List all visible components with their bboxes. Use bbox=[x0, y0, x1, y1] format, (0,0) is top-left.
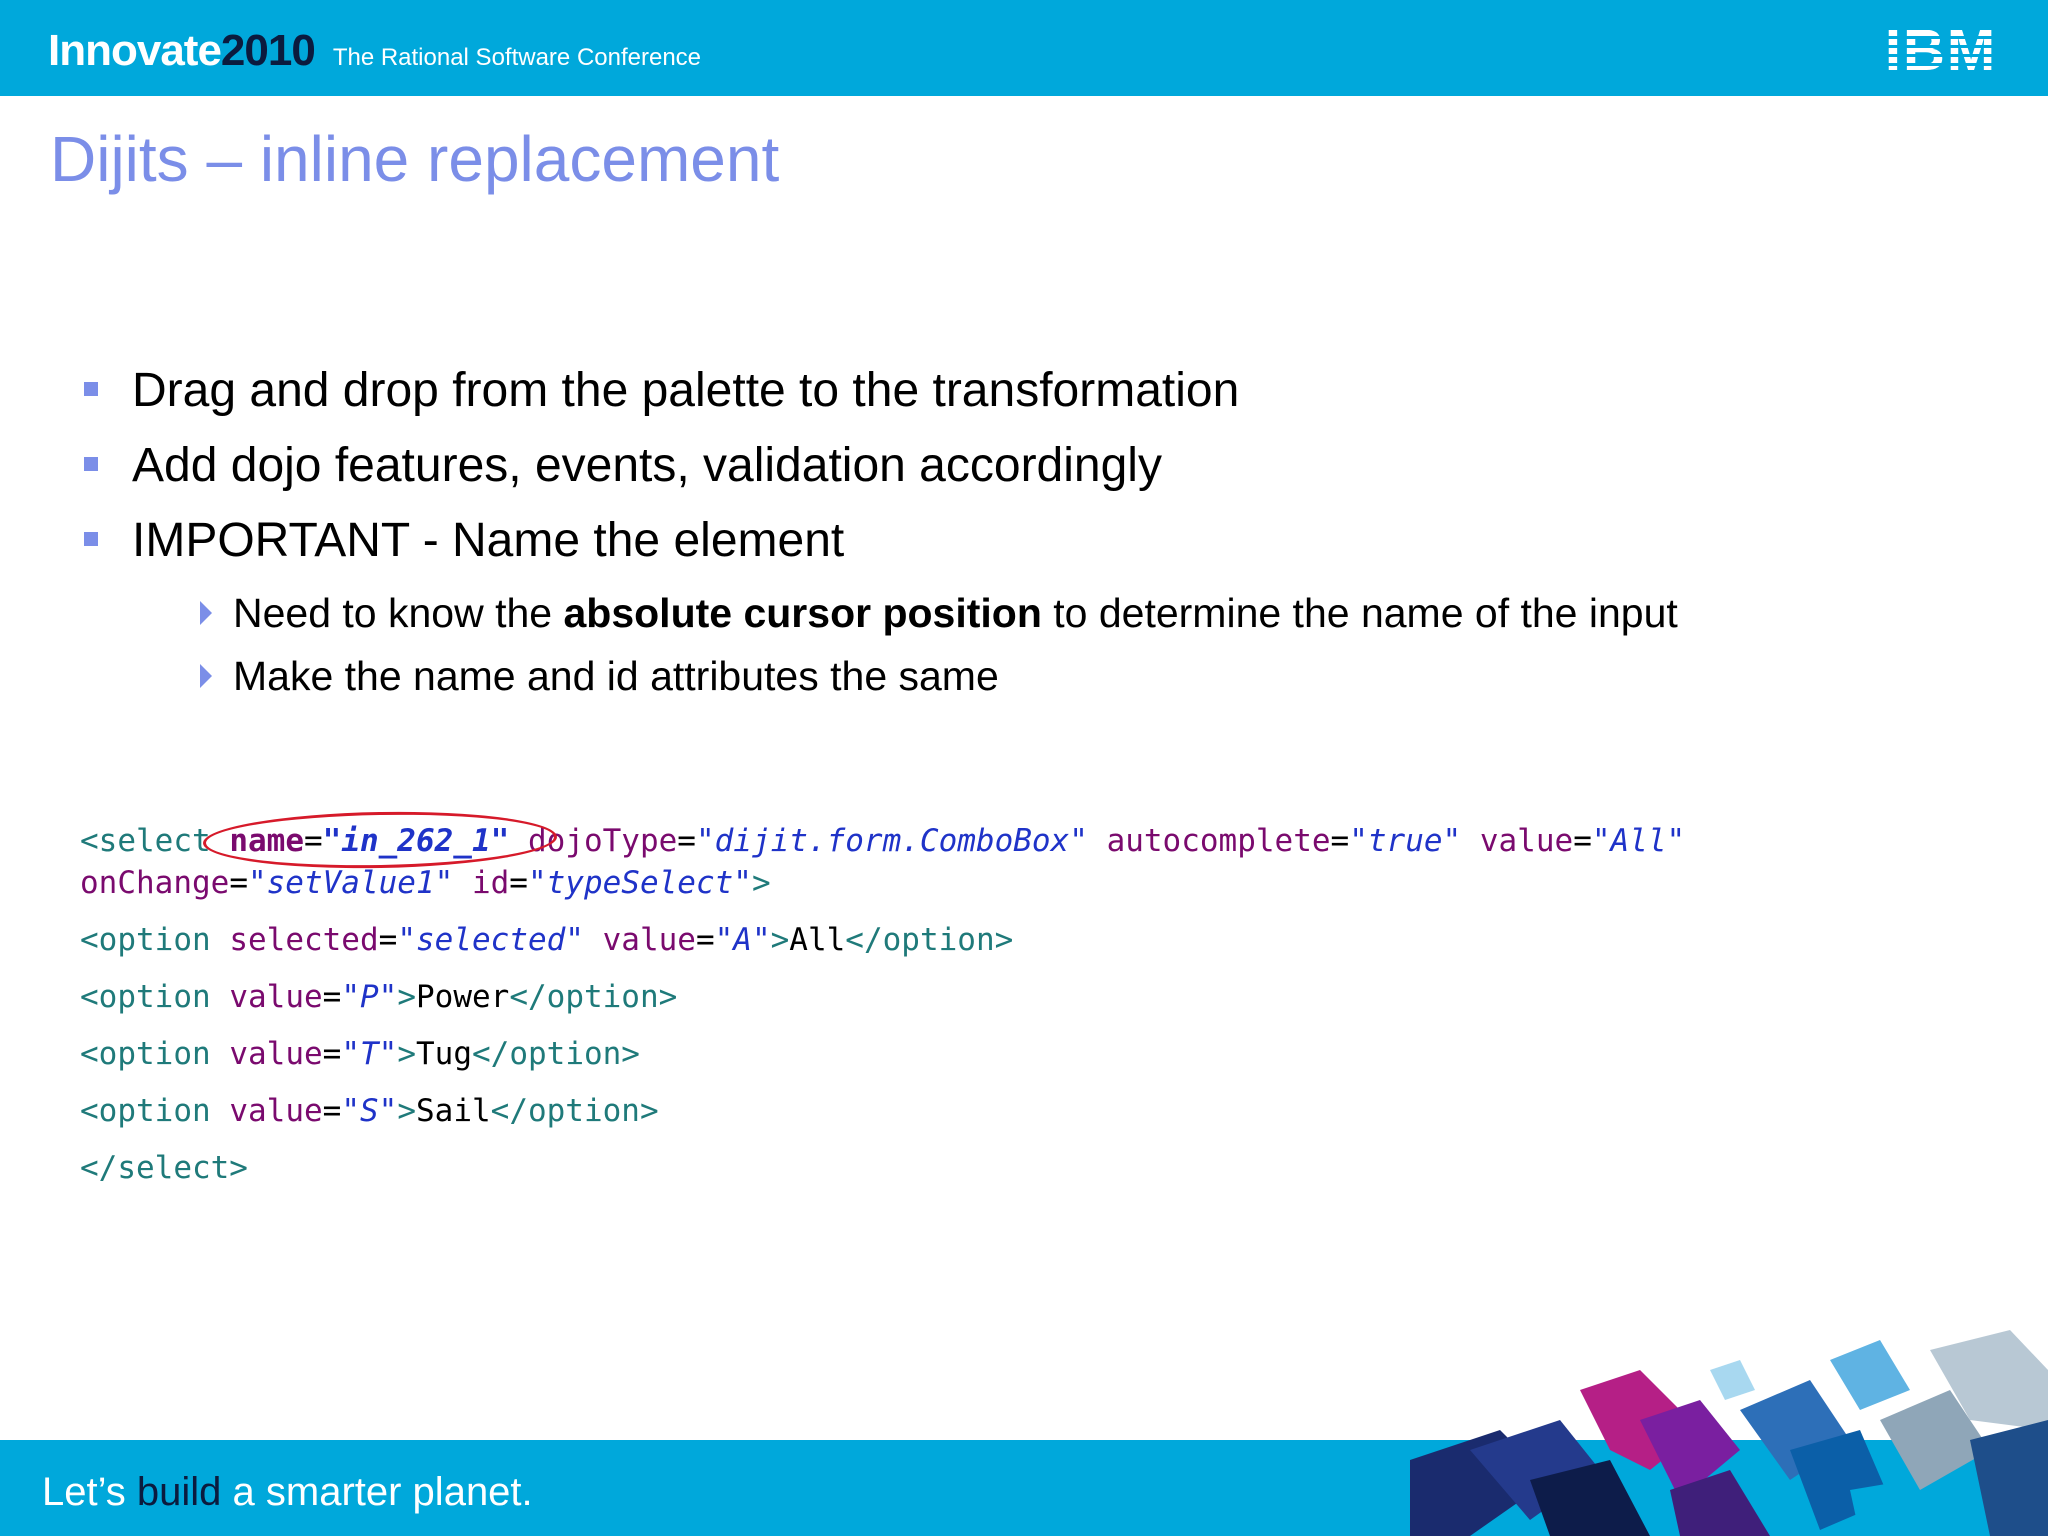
slide-title: Dijits – inline replacement bbox=[50, 123, 780, 195]
code-token: > bbox=[397, 979, 416, 1015]
code-line-select-close: </select> bbox=[80, 1147, 1980, 1189]
bullet-item: Add dojo features, events, validation ac… bbox=[80, 435, 1980, 510]
brand-tagline: The Rational Software Conference bbox=[332, 44, 702, 71]
bullet-item: IMPORTANT - Name the element bbox=[80, 510, 1980, 585]
code-token: selected bbox=[229, 922, 379, 958]
bullet-text: Add dojo features, events, validation ac… bbox=[132, 439, 1162, 492]
code-token: "All" bbox=[1591, 823, 1686, 859]
code-line-select-2: onChange="setValue1" id="typeSelect"> bbox=[80, 865, 771, 901]
code-token: > bbox=[397, 1036, 416, 1072]
brand-innovate: Innovate bbox=[48, 26, 222, 75]
code-token: value bbox=[229, 1093, 323, 1129]
code-line-option: <option value="T">Tug</option> bbox=[80, 1036, 640, 1072]
code-token: > bbox=[397, 1093, 416, 1129]
code-token: id bbox=[471, 865, 510, 901]
code-token: </select> bbox=[80, 1150, 248, 1186]
code-token: "typeSelect" bbox=[527, 865, 752, 901]
code-token: value bbox=[1479, 823, 1574, 859]
code-token: name bbox=[229, 823, 304, 859]
subbullet-item: Make the name and id attributes the same bbox=[80, 648, 1980, 711]
code-token: Sail bbox=[416, 1093, 491, 1129]
square-bullet-icon bbox=[84, 457, 98, 471]
code-token: "P" bbox=[341, 979, 398, 1015]
code-token: <option bbox=[80, 1036, 211, 1072]
code-token: "A" bbox=[714, 922, 771, 958]
code-token: "S" bbox=[341, 1093, 398, 1129]
code-line-select-1: <select name="in_262_1" dojoType="dijit.… bbox=[80, 808, 1980, 872]
code-token: value bbox=[229, 979, 323, 1015]
bullet-text: Drag and drop from the palette to the tr… bbox=[132, 364, 1240, 417]
subbullet-text-bold: absolute cursor position bbox=[563, 590, 1042, 636]
subbullet-text-before: Need to know the bbox=[233, 590, 564, 636]
bullet-item: Drag and drop from the palette to the tr… bbox=[80, 360, 1980, 435]
subbullet-text: Make the name and id attributes the same bbox=[233, 653, 999, 699]
code-token: Tug bbox=[416, 1036, 472, 1072]
code-token: "true" bbox=[1349, 823, 1462, 859]
code-token: "in_262_1" bbox=[322, 823, 510, 859]
code-token: <option bbox=[80, 1093, 211, 1129]
code-token: </option> bbox=[490, 1093, 659, 1129]
code-token: "setValue1" bbox=[247, 865, 454, 901]
code-token: <option bbox=[80, 922, 211, 958]
code-token: <select bbox=[80, 823, 211, 859]
code-line-option: <option value="S">Sail</option> bbox=[80, 1093, 659, 1129]
triangle-bullet-icon bbox=[200, 664, 212, 688]
bullet-text: IMPORTANT - Name the element bbox=[132, 514, 845, 567]
code-token: value bbox=[602, 922, 696, 958]
code-line-option: <option value="P">Power</option> bbox=[80, 979, 678, 1015]
smarter-planet-graphic-icon bbox=[1410, 1330, 2048, 1536]
footer-tagline-strong: build bbox=[136, 1470, 222, 1514]
subbullet-text-after: to determine the name of the input bbox=[1041, 590, 1678, 636]
subbullet-item: Need to know the absolute cursor positio… bbox=[80, 585, 1980, 648]
code-block: <select name="in_262_1" dojoType="dijit.… bbox=[80, 808, 1980, 1189]
code-token: <option bbox=[80, 979, 211, 1015]
square-bullet-icon bbox=[84, 382, 98, 396]
code-token: </option> bbox=[509, 979, 678, 1015]
brand-year: 2010 bbox=[220, 26, 316, 75]
code-token: </option> bbox=[845, 922, 1014, 958]
footer-tagline-pre: Let’s bbox=[42, 1470, 137, 1514]
conference-brand: Innovate 2010 The Rational Software Confe… bbox=[48, 26, 701, 76]
footer-tagline-post: a smarter planet. bbox=[221, 1470, 533, 1514]
code-token: > bbox=[770, 922, 790, 958]
code-line-option: <option selected="selected" value="A">Al… bbox=[80, 922, 1014, 958]
code-token: "dijit.form.ComboBox" bbox=[695, 823, 1088, 859]
code-token: value bbox=[229, 1036, 323, 1072]
code-token: "T" bbox=[341, 1036, 398, 1072]
footer-tagline: Let’s build a smarter planet. bbox=[42, 1470, 533, 1515]
code-token: dojoType bbox=[527, 823, 678, 859]
bullet-list: Drag and drop from the palette to the tr… bbox=[80, 360, 1980, 711]
code-token: </option> bbox=[472, 1036, 640, 1072]
code-token: autocomplete bbox=[1106, 823, 1331, 859]
code-token: onChange bbox=[80, 865, 230, 901]
code-token: Power bbox=[416, 979, 510, 1015]
ibm-logo-icon: IBM bbox=[1866, 18, 2016, 78]
triangle-bullet-icon bbox=[200, 601, 212, 625]
code-token: > bbox=[751, 865, 771, 901]
name-attribute-highlight: name="in_262_1" bbox=[202, 808, 558, 872]
code-token: All bbox=[789, 922, 846, 958]
square-bullet-icon bbox=[84, 532, 98, 546]
code-token: "selected" bbox=[397, 922, 584, 958]
